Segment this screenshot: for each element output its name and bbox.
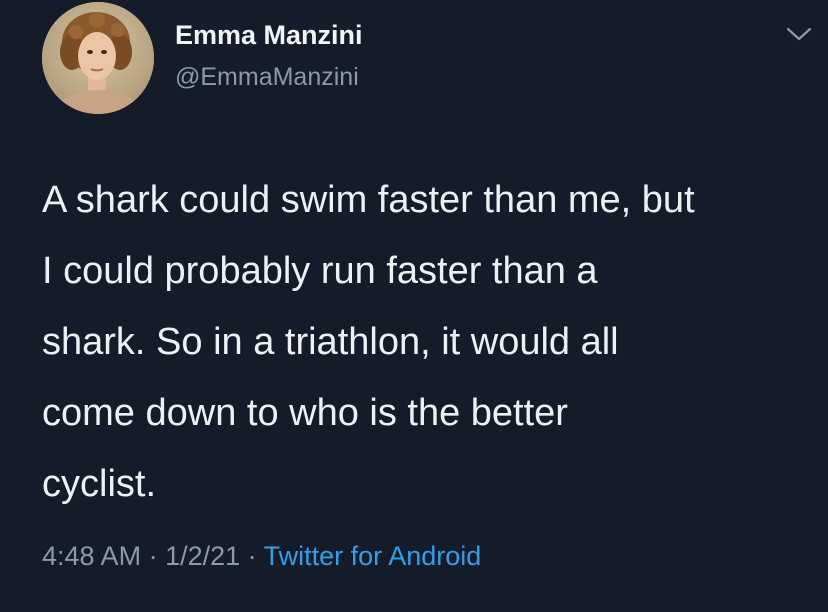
portrait-avatar-icon xyxy=(42,2,154,114)
author-handle[interactable]: @EmmaManzini xyxy=(175,63,359,92)
tweet-meta: 4:48 AM · 1/2/21 · Twitter for Android xyxy=(42,541,481,572)
meta-separator: · xyxy=(240,541,264,571)
tweet-time[interactable]: 4:48 AM xyxy=(42,541,141,571)
tweet-text: A shark could swim faster than me, but I… xyxy=(42,179,695,505)
tweet-source-link[interactable]: Twitter for Android xyxy=(264,541,482,571)
author-avatar[interactable] xyxy=(42,2,154,114)
meta-separator: · xyxy=(141,541,166,571)
tweet-card: Emma Manzini @EmmaManzini A shark could … xyxy=(0,0,828,612)
author-display-name[interactable]: Emma Manzini xyxy=(175,20,363,51)
tweet-date[interactable]: 1/2/21 xyxy=(165,541,240,571)
chevron-down-icon[interactable] xyxy=(784,22,814,46)
